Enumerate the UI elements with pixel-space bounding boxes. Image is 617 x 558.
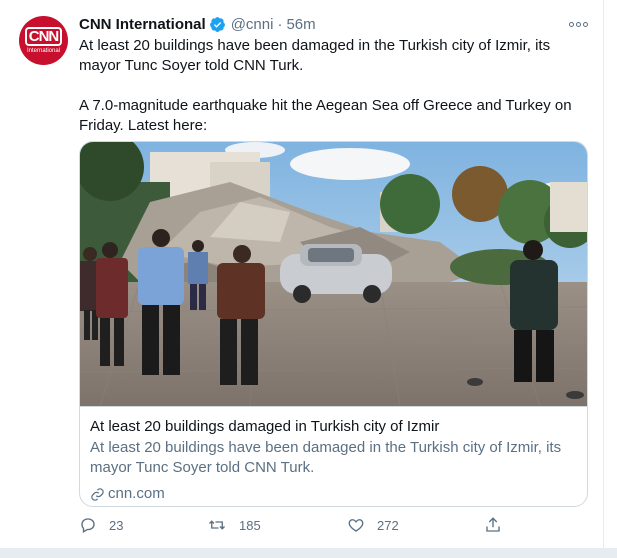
- link-icon: [91, 487, 104, 501]
- separator-dot: ·: [277, 15, 283, 33]
- feed-divider: [0, 548, 617, 558]
- verified-badge-icon: [209, 16, 226, 33]
- author-name[interactable]: CNN International: [79, 16, 206, 33]
- card-image[interactable]: [80, 142, 587, 407]
- card-domain: cnn.com: [90, 484, 580, 504]
- reply-count: 23: [109, 517, 124, 533]
- avatar-logo-text: CNN: [24, 26, 63, 46]
- card-description: At least 20 buildings have been damaged …: [90, 439, 562, 476]
- retweet-button[interactable]: 185: [207, 516, 261, 534]
- like-button[interactable]: 272: [347, 516, 399, 534]
- tweet-actions: 23 185 272: [79, 516, 509, 540]
- author-handle[interactable]: @cnni: [231, 16, 274, 33]
- like-count: 272: [377, 517, 399, 533]
- retweet-icon: [209, 520, 225, 530]
- avatar[interactable]: CNN International: [19, 16, 68, 65]
- more-options-icon[interactable]: [566, 16, 590, 32]
- share-button[interactable]: [484, 516, 514, 534]
- share-icon: [486, 517, 500, 532]
- retweet-count: 185: [239, 517, 261, 533]
- card-domain-text: cnn.com: [108, 485, 165, 502]
- tweet-paragraph: A 7.0-magnitude earthquake hit the Aegea…: [79, 97, 572, 134]
- tweet-container: CNN International CNN International @cnn…: [0, 0, 604, 548]
- avatar-logo-subtext: International: [26, 47, 61, 54]
- tweet-paragraph: At least 20 buildings have been damaged …: [79, 37, 551, 74]
- like-icon: [348, 519, 364, 532]
- link-preview-card[interactable]: At least 20 buildings damaged in Turkish…: [79, 141, 588, 507]
- card-body: At least 20 buildings damaged in Turkish…: [90, 418, 580, 504]
- reply-button[interactable]: 23: [79, 516, 123, 534]
- card-title[interactable]: At least 20 buildings damaged in Turkish…: [90, 418, 580, 436]
- tweet-header: CNN International @cnni · 56m: [79, 14, 316, 34]
- tweet-text: At least 20 buildings have been damaged …: [79, 36, 579, 156]
- reply-icon: [81, 518, 95, 533]
- tweet-timestamp[interactable]: 56m: [286, 16, 315, 33]
